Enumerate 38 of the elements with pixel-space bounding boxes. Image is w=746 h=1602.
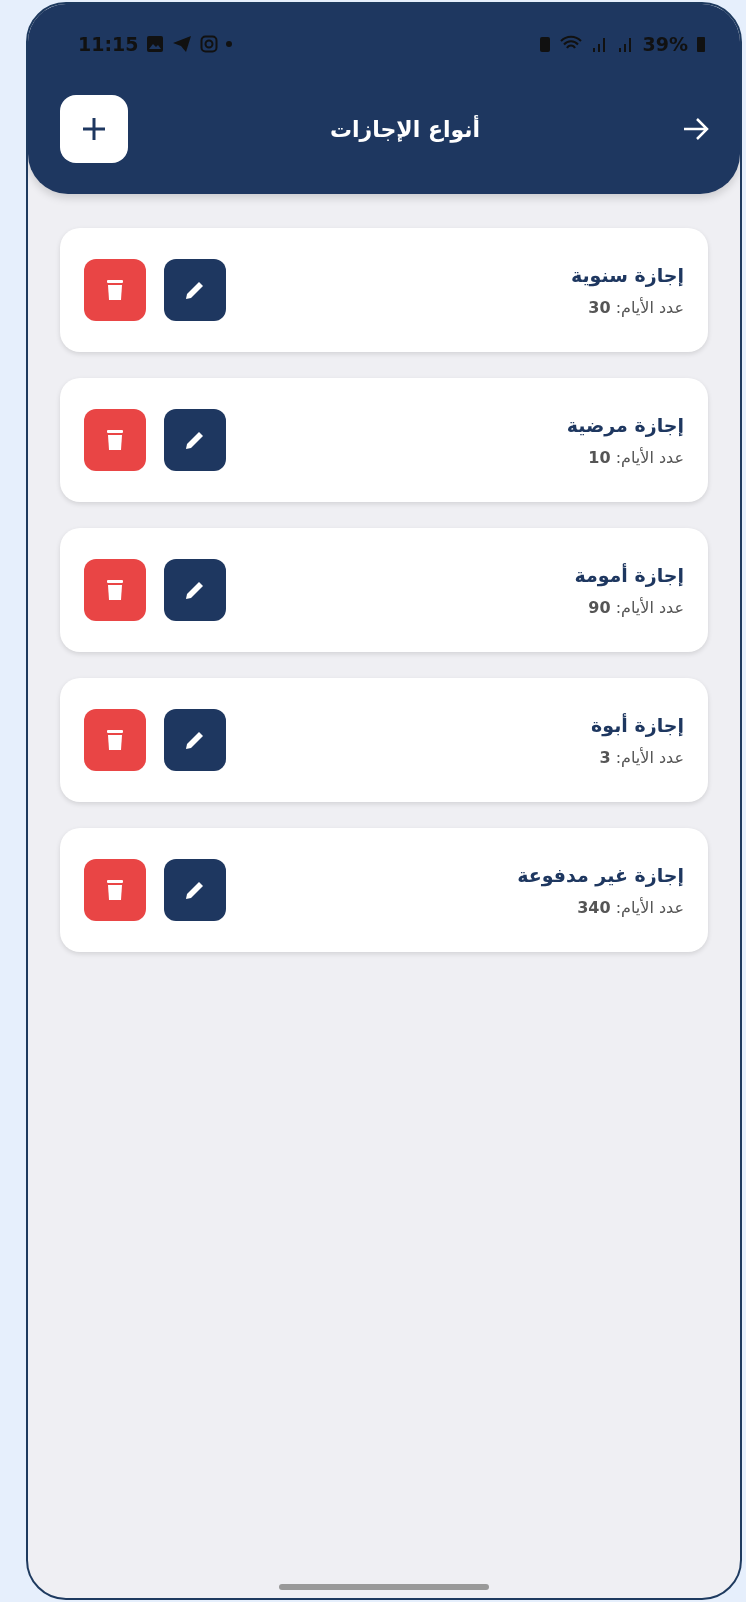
pencil-icon [184,879,206,901]
delete-button[interactable] [84,709,146,771]
paper-plane-icon [172,35,193,53]
delete-button[interactable] [84,559,146,621]
leave-name: إجازة أبوة [591,713,684,736]
edit-button[interactable] [164,859,226,921]
leave-name: إجازة سنوية [570,263,684,286]
camera-icon [200,35,219,53]
back-button[interactable] [682,117,710,141]
pencil-icon [184,429,206,451]
battery-saver-icon [538,35,551,53]
image-icon [146,35,165,53]
trash-icon [105,878,125,902]
dot-icon [226,41,233,47]
add-button[interactable] [60,95,128,163]
edit-button[interactable] [164,259,226,321]
edit-button[interactable] [164,559,226,621]
edit-button[interactable] [164,409,226,471]
delete-button[interactable] [84,259,146,321]
status-time: 11:15 [78,33,139,55]
trash-icon [105,578,125,602]
pencil-icon [184,579,206,601]
edit-button[interactable] [164,709,226,771]
leave-name: إجازة أمومة [574,563,684,586]
trash-icon [105,428,125,452]
page-title: أنواع الإجازات [329,116,481,142]
battery-icon [696,35,706,53]
pencil-icon [184,729,206,751]
trash-icon [105,728,125,752]
leave-name: إجازة مرضية [566,413,684,436]
arrow-right-icon [682,117,710,141]
plus-icon [81,116,107,142]
trash-icon [105,278,125,302]
pencil-icon [184,279,206,301]
leave-name: إجازة غير مدفوعة [517,863,684,886]
delete-button[interactable] [84,859,146,921]
battery-percent: 39% [642,33,688,55]
delete-button[interactable] [84,409,146,471]
